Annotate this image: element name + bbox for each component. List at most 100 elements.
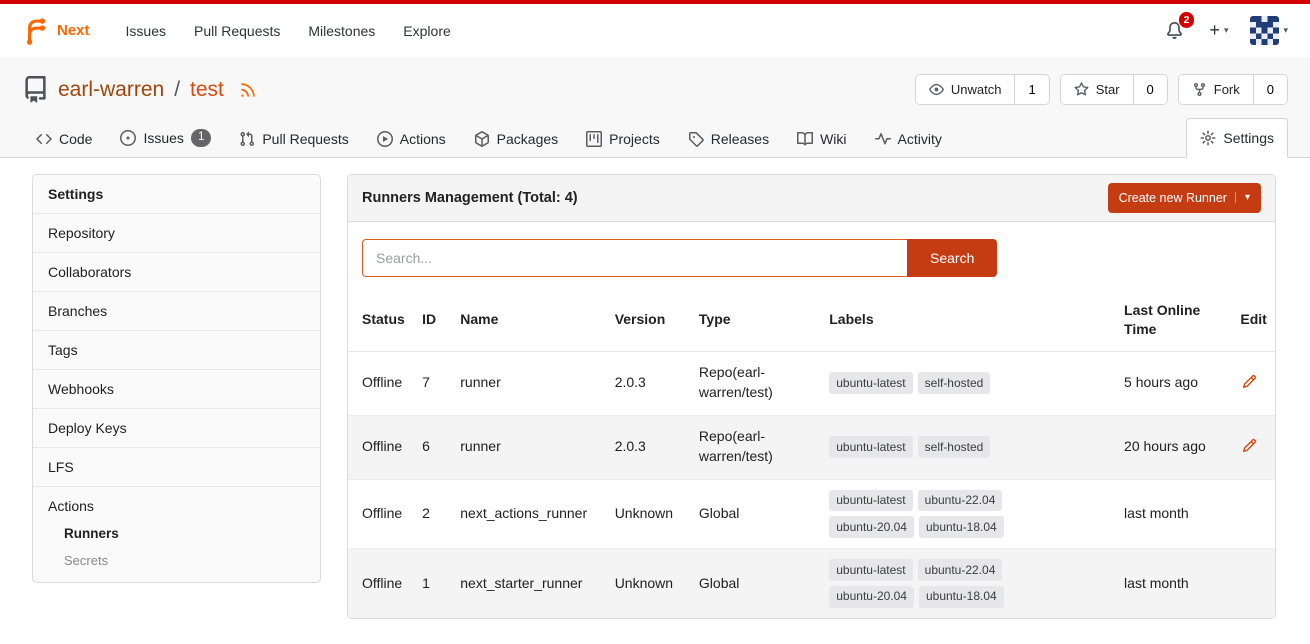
runner-labels: ubuntu-latest self-hosted xyxy=(829,372,1024,394)
pencil-icon xyxy=(1242,374,1257,389)
table-row: Offline 7 runner 2.0.3 Repo(earl-warren/… xyxy=(348,351,1275,415)
search-input[interactable] xyxy=(362,239,907,277)
forgejo-logo-icon xyxy=(22,17,50,45)
tab-releases[interactable]: Releases xyxy=(674,119,783,158)
tab-activity[interactable]: Activity xyxy=(861,119,956,158)
repo-separator: / xyxy=(174,78,180,102)
star-button[interactable]: Star xyxy=(1061,75,1133,104)
runner-labels: ubuntu-latest ubuntu-22.04 ubuntu-20.04 … xyxy=(829,559,1024,608)
tab-actions[interactable]: Actions xyxy=(363,119,460,158)
watchers-count[interactable]: 1 xyxy=(1014,75,1048,104)
sidebar-item-repository[interactable]: Repository xyxy=(33,214,320,253)
repo-tabs: Code Issues 1 Pull Requests Actions Pack… xyxy=(0,117,1310,158)
tag-icon xyxy=(688,131,704,147)
runner-last-online: last month xyxy=(1116,479,1232,549)
nav-item-pull-requests[interactable]: Pull Requests xyxy=(180,14,294,48)
code-icon xyxy=(36,131,52,147)
repo-icon xyxy=(22,76,49,103)
sidebar-item-webhooks[interactable]: Webhooks xyxy=(33,370,320,409)
table-header-row: Status ID Name Version Type Labels Last … xyxy=(348,289,1275,351)
play-icon xyxy=(377,131,393,147)
edit-runner-button[interactable] xyxy=(1240,372,1259,391)
tab-label: Issues xyxy=(143,130,183,146)
runner-label: ubuntu-22.04 xyxy=(918,490,1003,512)
sidebar-item-lfs[interactable]: LFS xyxy=(33,448,320,487)
tab-issues[interactable]: Issues 1 xyxy=(106,117,225,158)
search-button[interactable]: Search xyxy=(907,239,997,277)
chevron-down-icon: ▾ xyxy=(1283,25,1288,36)
unwatch-button[interactable]: Unwatch xyxy=(916,75,1015,104)
runner-labels: ubuntu-latest ubuntu-22.04 ubuntu-20.04 … xyxy=(829,490,1024,539)
runner-type: Repo(earl-warren/test) xyxy=(691,415,821,479)
runner-name: next_starter_runner xyxy=(452,549,606,618)
runner-type: Repo(earl-warren/test) xyxy=(691,351,821,415)
runner-label: ubuntu-22.04 xyxy=(918,559,1003,581)
runner-version: Unknown xyxy=(607,479,691,549)
settings-sidebar: Settings Repository Collaborators Branch… xyxy=(32,174,321,583)
edit-runner-button[interactable] xyxy=(1240,436,1259,455)
table-row: Offline 2 next_actions_runner Unknown Gl… xyxy=(348,479,1275,549)
fork-button[interactable]: Fork xyxy=(1179,75,1253,104)
pulse-icon xyxy=(875,131,891,147)
forgejo-home-link[interactable]: Next xyxy=(22,17,90,45)
tab-code[interactable]: Code xyxy=(22,119,106,158)
tab-pull-requests[interactable]: Pull Requests xyxy=(225,119,362,158)
sidebar-item-collaborators[interactable]: Collaborators xyxy=(33,253,320,292)
runner-name: next_actions_runner xyxy=(452,479,606,549)
repo-owner-link[interactable]: earl-warren xyxy=(58,78,164,102)
col-version: Version xyxy=(607,289,691,351)
stars-count[interactable]: 0 xyxy=(1133,75,1167,104)
create-runner-button[interactable]: Create new Runner ▾ xyxy=(1108,183,1261,213)
tab-label: Activity xyxy=(898,131,942,147)
runner-type: Global xyxy=(691,479,821,549)
sidebar-item-deploy-keys[interactable]: Deploy Keys xyxy=(33,409,320,448)
rss-feed-icon[interactable] xyxy=(239,81,257,99)
nav-item-explore[interactable]: Explore xyxy=(389,14,464,48)
tab-packages[interactable]: Packages xyxy=(460,119,572,158)
tab-wiki[interactable]: Wiki xyxy=(783,119,860,158)
nav-item-milestones[interactable]: Milestones xyxy=(294,14,389,48)
runner-labels: ubuntu-latest self-hosted xyxy=(829,436,1024,458)
top-navbar: Next Issues Pull Requests Milestones Exp… xyxy=(0,0,1310,57)
pull-request-icon xyxy=(239,131,255,147)
plus-icon: + xyxy=(1209,20,1220,41)
avatar xyxy=(1250,16,1279,45)
tab-settings[interactable]: Settings xyxy=(1186,118,1288,158)
col-id: ID xyxy=(414,289,452,351)
runners-table: Status ID Name Version Type Labels Last … xyxy=(348,289,1275,618)
sidebar-item-tags[interactable]: Tags xyxy=(33,331,320,370)
repo-header: earl-warren / test Unwatch 1 xyxy=(0,57,1310,117)
runner-version: 2.0.3 xyxy=(607,351,691,415)
sidebar-group-actions: Actions Runners Secrets xyxy=(33,487,320,582)
notifications-button[interactable]: 2 xyxy=(1162,18,1187,43)
unwatch-label: Unwatch xyxy=(951,82,1002,97)
user-menu[interactable]: ▾ xyxy=(1250,16,1288,45)
tab-label: Projects xyxy=(609,131,660,147)
chevron-down-icon: ▾ xyxy=(1235,192,1250,203)
tab-label: Settings xyxy=(1223,130,1274,146)
col-last-online: Last Online Time xyxy=(1116,289,1232,351)
sidebar-item-branches[interactable]: Branches xyxy=(33,292,320,331)
create-runner-label: Create new Runner xyxy=(1119,191,1227,205)
runner-label: ubuntu-latest xyxy=(829,490,912,512)
runner-label: ubuntu-20.04 xyxy=(829,586,914,608)
sidebar-item-secrets[interactable]: Secrets xyxy=(33,547,320,574)
col-type: Type xyxy=(691,289,821,351)
runner-label: self-hosted xyxy=(918,372,991,394)
eye-icon xyxy=(929,82,944,97)
tab-projects[interactable]: Projects xyxy=(572,119,674,158)
star-icon xyxy=(1074,82,1089,97)
tab-label: Code xyxy=(59,131,92,147)
panel-header: Runners Management (Total: 4) Create new… xyxy=(348,175,1275,222)
nav-item-issues[interactable]: Issues xyxy=(112,14,180,48)
sidebar-item-runners[interactable]: Runners xyxy=(33,520,320,547)
tab-label: Actions xyxy=(400,131,446,147)
create-new-dropdown[interactable]: + ▾ xyxy=(1209,20,1228,41)
repo-name-link[interactable]: test xyxy=(190,78,224,102)
sidebar-item-actions[interactable]: Actions xyxy=(33,487,320,520)
forks-count[interactable]: 0 xyxy=(1253,75,1287,104)
fork-label: Fork xyxy=(1214,82,1240,97)
runner-label: ubuntu-20.04 xyxy=(829,516,914,538)
book-icon xyxy=(797,131,813,147)
runners-panel: Runners Management (Total: 4) Create new… xyxy=(347,174,1276,619)
